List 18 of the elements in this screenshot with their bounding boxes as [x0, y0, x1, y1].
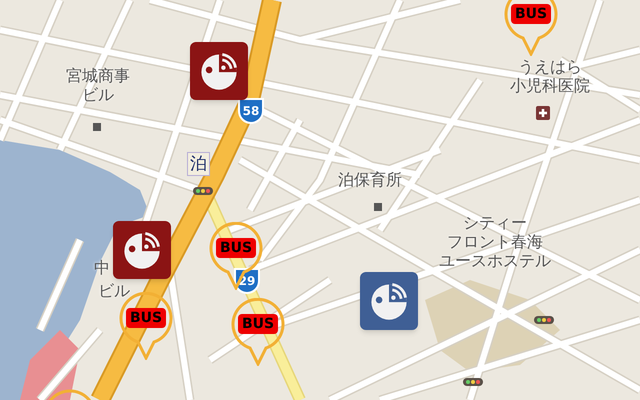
building-icon [93, 123, 101, 131]
building-icon [374, 203, 382, 211]
traffic-light-icon [534, 316, 554, 324]
place-label: シティー フロント春海 ユースホステル [438, 213, 552, 270]
bus-stop-marker[interactable]: BUS [230, 298, 286, 366]
bus-stop-marker[interactable]: BUS [503, 0, 559, 56]
place-label: 泊保育所 [338, 170, 403, 189]
radio-station-marker[interactable] [360, 272, 418, 330]
route-shield: 58 [238, 98, 264, 124]
place-label: うえはら 小児科医院 [509, 57, 591, 95]
radio-station-marker[interactable] [190, 42, 248, 100]
radio-station-marker[interactable] [113, 221, 171, 279]
hospital-icon [536, 106, 550, 120]
station-label: 泊 [187, 152, 210, 176]
place-label: 中 [94, 258, 111, 277]
traffic-light-icon [463, 378, 483, 386]
traffic-light-icon [193, 187, 213, 195]
place-label: 宮城商事 ビル [65, 66, 131, 104]
